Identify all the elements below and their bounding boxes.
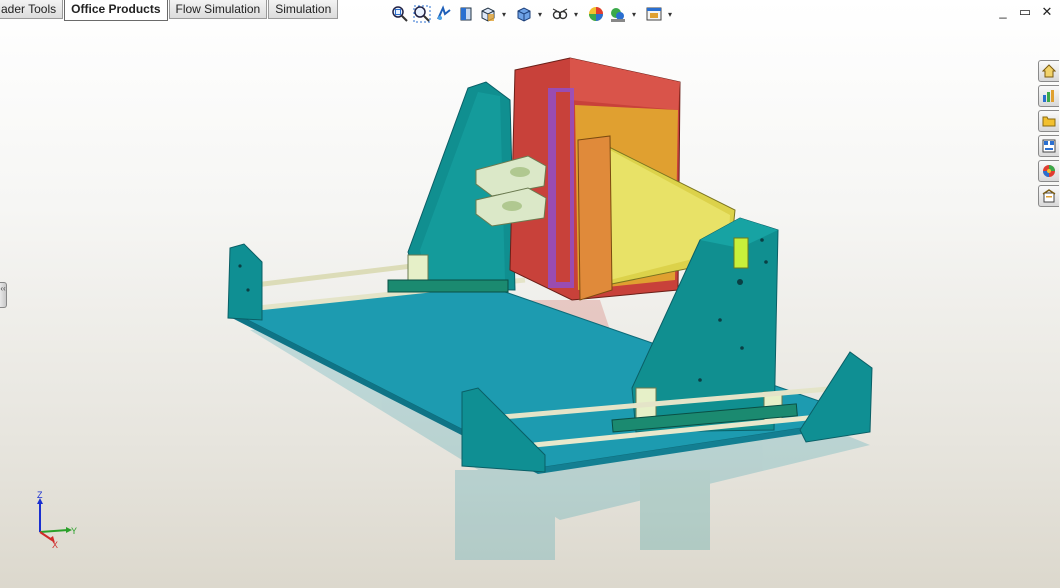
cnc-router-model[interactable]	[0, 0, 1060, 588]
triad-y-label: Y	[71, 526, 77, 536]
front-right-end-plate	[799, 351, 873, 443]
reference-triad: Z Y X	[37, 490, 77, 550]
left-end-plate	[227, 243, 263, 321]
triad-x-label: X	[52, 540, 58, 550]
triad-z-label: Z	[37, 490, 43, 500]
